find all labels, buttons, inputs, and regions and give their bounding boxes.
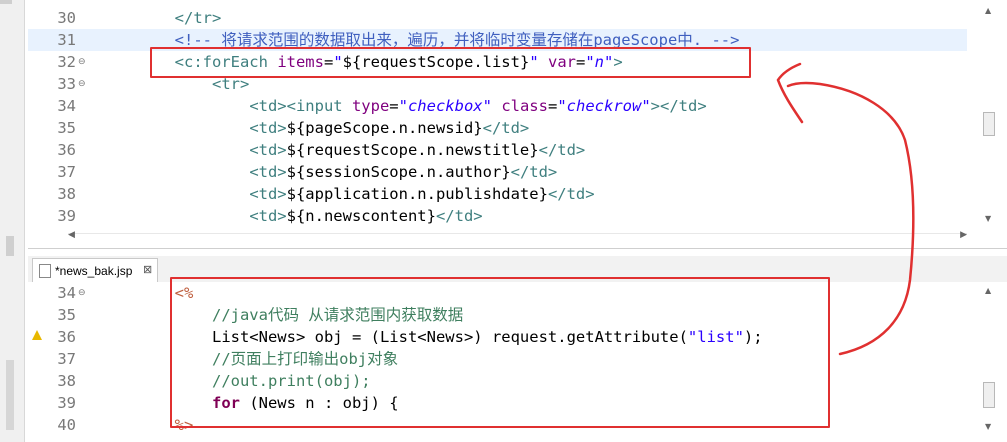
line-number: 36 [57,141,76,159]
code-line[interactable]: 35 <td>${pageScope.n.newsid}</td> [28,117,967,139]
top-vertical-scrollbar[interactable]: ▲ ▼ [967,0,1007,248]
line-number: 39 [57,207,76,225]
code-text[interactable]: </tr> [100,7,222,29]
code-text[interactable]: <td>${n.newscontent}</td> [100,205,483,227]
code-token: <td> [249,119,287,137]
code-token: </td> [547,185,595,203]
outer-scroll-thumb[interactable] [6,236,14,256]
fold-toggle-icon[interactable]: ⊖ [78,288,86,298]
tab-label: *news_bak.jsp [55,264,133,278]
code-token: </td> [510,163,558,181]
close-icon[interactable]: ⊠ [143,263,152,276]
scroll-down-icon[interactable]: ▼ [985,214,991,223]
scroll-up-icon[interactable]: ▲ [985,6,991,15]
code-line[interactable]: 39 <td>${n.newscontent}</td> [28,205,967,227]
code-token: "checkbox" [398,97,492,115]
outer-scroll-marker [0,0,12,4]
line-number: 38 [57,185,76,203]
line-number: 35 [57,119,76,137]
annotation-box-foreach [150,47,751,78]
annotation-box-scriptlet [170,277,830,428]
line-number: 34 [57,97,76,115]
fold-toggle-icon[interactable]: ⊖ [78,79,86,89]
scroll-up-icon[interactable]: ▲ [985,286,991,295]
line-number: 40 [57,416,76,434]
code-token: <td><input [249,97,352,115]
code-token: <td> [249,141,287,159]
tab-news-bak-jsp[interactable]: *news_bak.jsp ⊠ [32,258,158,283]
top-editor-pane[interactable]: 30 </tr> 31 <!-- 将请求范围的数据取出来，遍历，并将临时变量存储在… [28,0,1007,249]
code-line[interactable]: 30 </tr> [28,7,967,29]
code-text[interactable]: <td>${requestScope.n.newstitle}</td> [100,139,585,161]
code-token: ${pageScope.n.newsid} [286,119,483,137]
code-text[interactable]: <td><input type="checkbox" class="checkr… [100,95,707,117]
line-number: 35 [57,306,76,324]
code-token: class [501,97,548,115]
scroll-thumb[interactable] [983,382,995,408]
code-token: ${application.n.publishdate} [286,185,548,203]
fold-toggle-icon[interactable]: ⊖ [78,57,86,67]
code-token: ${sessionScope.n.author} [286,163,511,181]
line-number: 34 [57,284,76,302]
code-token: = [547,97,558,115]
code-token: <td> [249,163,287,181]
code-token: </td> [435,207,483,225]
scroll-down-icon[interactable]: ▼ [985,422,991,431]
code-token: = [389,97,399,115]
code-token: <td> [249,185,287,203]
line-number: 32 [57,53,76,71]
code-text[interactable]: <td>${pageScope.n.newsid}</td> [100,117,529,139]
code-line[interactable]: 37 <td>${sessionScope.n.author}</td> [28,161,967,183]
code-token: type [351,97,390,115]
line-number: 37 [57,350,76,368]
warning-icon[interactable] [32,330,42,340]
line-number: 31 [57,31,76,49]
code-token: </td> [482,119,530,137]
code-token: ${n.newscontent} [286,207,436,225]
line-number: 39 [57,394,76,412]
outer-left-panel [0,0,25,442]
scroll-right-icon[interactable]: ▶ [960,230,967,240]
jsp-file-icon [39,264,51,278]
scroll-left-icon[interactable]: ◀ [68,230,75,240]
code-line[interactable]: 34 <td><input type="checkbox" class="che… [28,95,967,117]
code-line[interactable]: 36 <td>${requestScope.n.newstitle}</td> [28,139,967,161]
line-number: 37 [57,163,76,181]
code-line[interactable]: 38 <td>${application.n.publishdate}</td> [28,183,967,205]
code-text[interactable]: <td>${sessionScope.n.author}</td> [100,161,557,183]
code-token: "checkrow" [557,97,651,115]
line-number: 36 [57,328,76,346]
code-text[interactable]: <td>${application.n.publishdate}</td> [100,183,595,205]
line-number: 33 [57,75,76,93]
top-horizontal-scrollbar[interactable]: ◀ ▶ [68,230,967,244]
code-token: ${requestScope.n.newstitle} [286,141,539,159]
line-number: 30 [57,9,76,27]
scroll-thumb[interactable] [983,112,995,136]
code-token: ></td> [650,97,707,115]
line-number: 38 [57,372,76,390]
code-token: <td> [249,207,287,225]
code-token: </tr> [174,9,222,27]
code-token: </td> [538,141,586,159]
outer-scroll-thumb-lower[interactable] [6,360,14,430]
bottom-vertical-scrollbar[interactable]: ▲ ▼ [967,282,1007,442]
